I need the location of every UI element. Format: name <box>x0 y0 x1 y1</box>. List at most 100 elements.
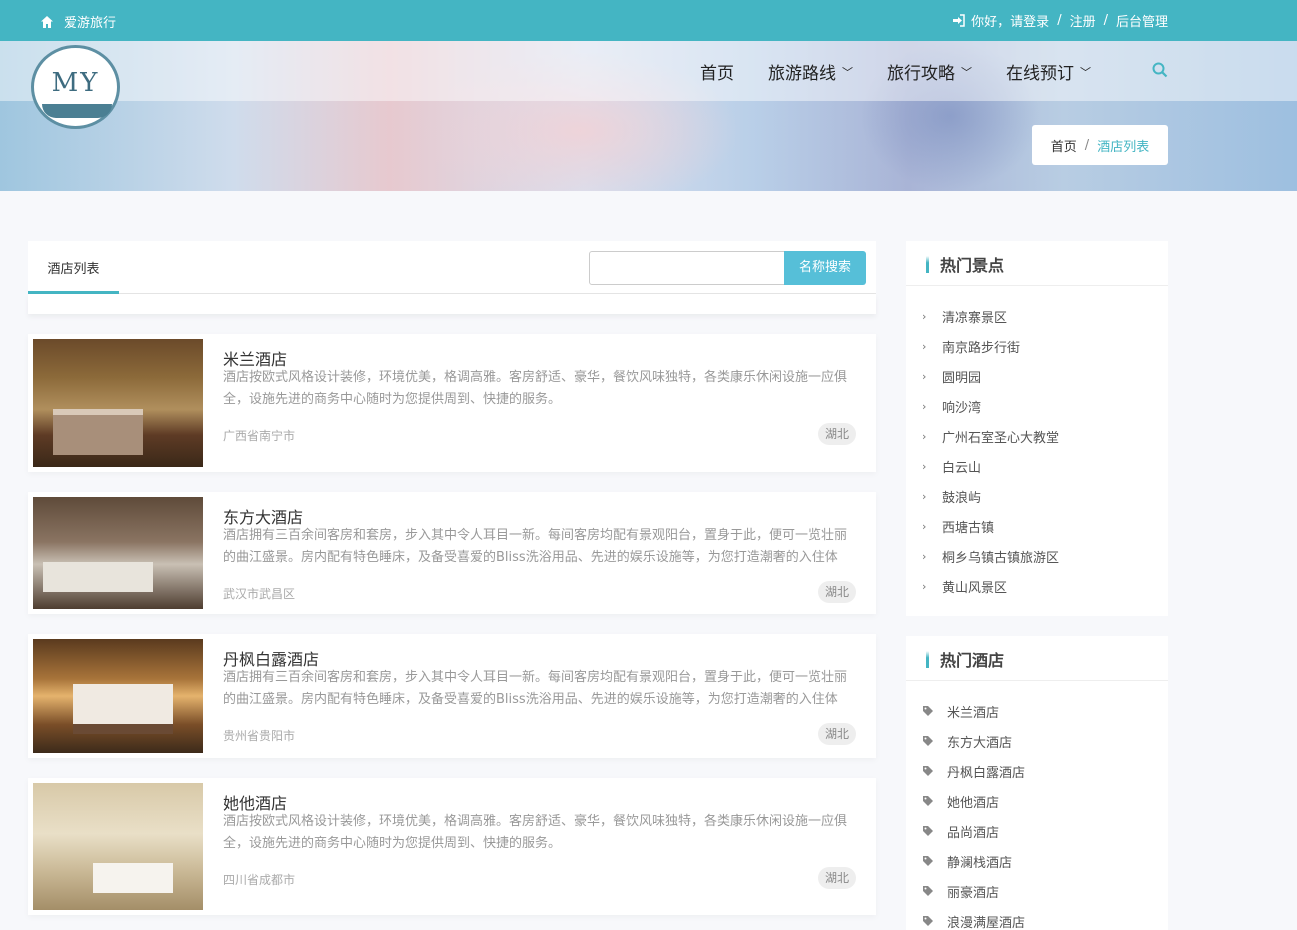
list-header: 酒店列表 名称搜索 <box>28 241 876 294</box>
hot-spot-item[interactable]: › 鼓浪屿 <box>906 481 1168 511</box>
hotel-image[interactable] <box>33 497 203 609</box>
widget-title: 热门酒店 <box>940 651 1005 670</box>
nav-routes-label: 旅游路线 <box>768 64 836 84</box>
chevron-down-icon: ﹀ <box>961 65 972 79</box>
nav-routes[interactable]: 旅游路线 ﹀ <box>768 59 853 84</box>
tag-icon <box>923 826 933 836</box>
logo-text: MY <box>51 68 100 98</box>
chevron-right-icon: › <box>922 519 927 533</box>
search-icon[interactable] <box>1152 62 1168 78</box>
site-logo[interactable]: MY <box>31 45 120 129</box>
chevron-right-icon: › <box>922 429 927 443</box>
home-icon <box>41 15 53 28</box>
tag-icon <box>923 886 933 896</box>
tag-icon <box>923 736 933 746</box>
register-link[interactable]: 注册 <box>1070 11 1096 30</box>
tag-icon <box>923 766 933 776</box>
hot-hotel-label: 静澜栈酒店 <box>947 855 1013 871</box>
hotel-image[interactable] <box>33 639 203 753</box>
hot-spot-label: 清凉寨景区 <box>942 310 1008 326</box>
hot-spot-label: 桐乡乌镇古镇旅游区 <box>942 550 1060 566</box>
hot-hotel-label: 丹枫白露酒店 <box>947 765 1026 781</box>
hot-hotel-item[interactable]: 东方大酒店 <box>906 726 1168 756</box>
hot-spot-label: 白云山 <box>942 460 982 476</box>
region-badge: 湖北 <box>818 423 856 445</box>
hot-hotel-label: 东方大酒店 <box>947 735 1013 751</box>
hotel-description: 酒店按欧式风格设计装修，环境优美，格调高雅。客房舒适、豪华，餐饮风味独特，各类康… <box>223 370 848 407</box>
region-badge: 湖北 <box>818 581 856 603</box>
hotel-card[interactable]: 米兰酒店 酒店按欧式风格设计装修，环境优美，格调高雅。客房舒适、豪华，餐饮风味独… <box>28 334 876 472</box>
separator: / <box>1057 13 1062 28</box>
nav-booking[interactable]: 在线预订 ﹀ <box>1006 59 1091 84</box>
chevron-down-icon: ﹀ <box>1080 65 1091 79</box>
hotel-card[interactable]: 丹枫白露酒店 酒店拥有三百余间客房和套房，步入其中令人耳目一新。每间客房均配有景… <box>28 634 876 758</box>
hotel-card[interactable]: 她他酒店 酒店按欧式风格设计装修，环境优美，格调高雅。客房舒适、豪华，餐饮风味独… <box>28 778 876 915</box>
chevron-right-icon: › <box>922 549 927 563</box>
brand-name[interactable]: 爱游旅行 <box>64 12 116 31</box>
hot-spot-item[interactable]: › 圆明园 <box>906 361 1168 391</box>
hot-spot-label: 响沙湾 <box>942 400 982 416</box>
name-search-button[interactable]: 名称搜索 <box>784 251 866 285</box>
hot-hotel-label: 丽豪酒店 <box>947 885 1000 901</box>
logo-wave <box>42 104 112 118</box>
user-links: 你好，请登录 / 注册 / 后台管理 <box>952 11 1168 30</box>
search-input[interactable] <box>589 251 785 285</box>
hot-spot-label: 南京路步行街 <box>942 340 1021 356</box>
hot-hotel-label: 品尚酒店 <box>947 825 1000 841</box>
hotel-description: 酒店按欧式风格设计装修，环境优美，格调高雅。客房舒适、豪华，餐饮风味独特，各类康… <box>223 814 848 851</box>
hot-hotels-widget: 热门酒店 米兰酒店东方大酒店丹枫白露酒店她他酒店品尚酒店静澜栈酒店丽豪酒店浪漫满… <box>906 636 1168 930</box>
hot-hotel-item[interactable]: 丽豪酒店 <box>906 876 1168 906</box>
chevron-right-icon: › <box>922 579 927 593</box>
nav-guides-label: 旅行攻略 <box>887 64 955 84</box>
hot-spot-item[interactable]: › 桐乡乌镇古镇旅游区 <box>906 541 1168 571</box>
hot-spots-list: › 清凉寨景区 › 南京路步行街 › 圆明园 › 响沙湾 › 广州石室圣心大教堂 › 白云山 › 鼓浪屿 ›… <box>906 286 1168 601</box>
nav-home-label: 首页 <box>700 64 734 84</box>
hot-spot-item[interactable]: › 南京路步行街 <box>906 331 1168 361</box>
hot-spot-item[interactable]: › 西塘古镇 <box>906 511 1168 541</box>
hot-hotel-item[interactable]: 浪漫满屋酒店 <box>906 906 1168 930</box>
hot-hotel-item[interactable]: 静澜栈酒店 <box>906 846 1168 876</box>
hot-spot-item[interactable]: › 黄山风景区 <box>906 571 1168 601</box>
hot-spot-label: 鼓浪屿 <box>942 490 982 506</box>
hot-spot-item[interactable]: › 广州石室圣心大教堂 <box>906 421 1168 451</box>
tag-icon <box>923 916 933 926</box>
separator: / <box>1103 13 1108 28</box>
admin-link[interactable]: 后台管理 <box>1116 11 1168 30</box>
hot-hotel-item[interactable]: 品尚酒店 <box>906 816 1168 846</box>
home-link[interactable]: 爱游旅行 <box>40 12 116 31</box>
widget-header: 热门景点 <box>906 241 1168 286</box>
widget-title: 热门景点 <box>940 256 1005 275</box>
hotel-image[interactable] <box>33 339 203 467</box>
hotel-description: 酒店拥有三百余间客房和套房，步入其中令人耳目一新。每间客房均配有景观阳台，置身于… <box>223 670 848 707</box>
region-badge: 湖北 <box>818 723 856 745</box>
hotel-location: 贵州省贵阳市 <box>223 729 296 743</box>
tag-icon <box>923 856 933 866</box>
hot-spot-item[interactable]: › 响沙湾 <box>906 391 1168 421</box>
title-accent-bar <box>926 256 929 273</box>
hotel-card[interactable]: 东方大酒店 酒店拥有三百余间客房和套房，步入其中令人耳目一新。每间客房均配有景观… <box>28 492 876 614</box>
top-bar: 爱游旅行 你好，请登录 / 注册 / 后台管理 <box>0 0 1297 41</box>
hot-hotel-item[interactable]: 米兰酒店 <box>906 696 1168 726</box>
nav-booking-label: 在线预订 <box>1006 64 1074 84</box>
hotel-location: 武汉市武昌区 <box>223 587 296 601</box>
chevron-right-icon: › <box>922 459 927 473</box>
nav-guides[interactable]: 旅行攻略 ﹀ <box>887 59 972 84</box>
chevron-down-icon: ﹀ <box>842 65 853 79</box>
chevron-right-icon: › <box>922 339 927 353</box>
nav-home[interactable]: 首页 <box>700 59 734 84</box>
hot-spot-item[interactable]: › 白云山 <box>906 451 1168 481</box>
region-badge: 湖北 <box>818 867 856 889</box>
hot-hotel-item[interactable]: 她他酒店 <box>906 786 1168 816</box>
hot-spot-item[interactable]: › 清凉寨景区 <box>906 301 1168 331</box>
tab-hotel-list[interactable]: 酒店列表 <box>28 241 119 294</box>
login-link[interactable]: 你好，请登录 <box>971 11 1049 30</box>
hot-hotel-label: 米兰酒店 <box>947 705 1000 721</box>
list-divider <box>28 294 876 314</box>
main-nav: 首页 旅游路线 ﹀ 旅行攻略 ﹀ 在线预订 ﹀ <box>700 59 1168 84</box>
hot-hotel-item[interactable]: 丹枫白露酒店 <box>906 756 1168 786</box>
breadcrumb-home[interactable]: 首页 <box>1051 136 1077 155</box>
hot-spot-label: 圆明园 <box>942 370 982 386</box>
hotel-image[interactable] <box>33 783 203 910</box>
tag-icon <box>923 796 933 806</box>
hot-hotel-label: 浪漫满屋酒店 <box>947 915 1026 930</box>
